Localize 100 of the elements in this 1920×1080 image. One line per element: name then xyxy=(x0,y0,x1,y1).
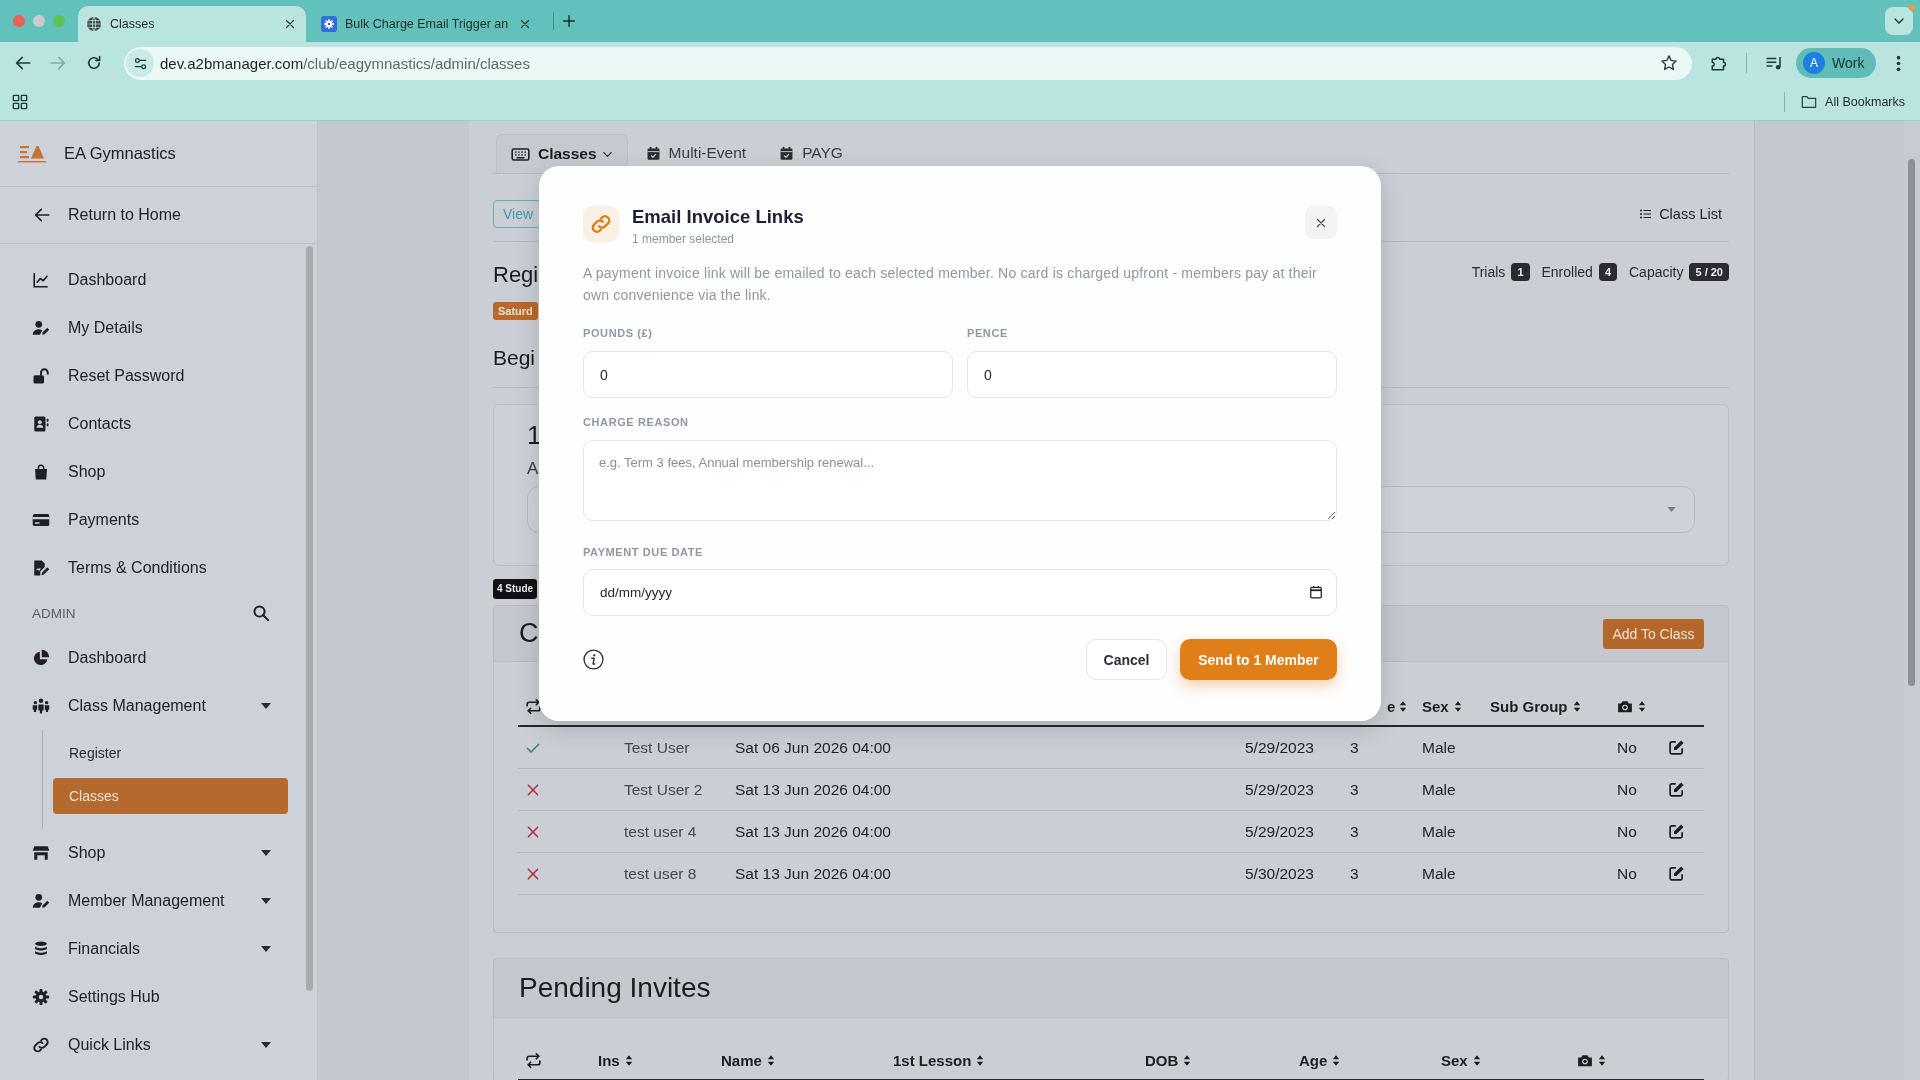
browser-tab[interactable]: Bulk Charge Email Trigger an xyxy=(313,6,541,42)
sort-icon[interactable] xyxy=(1453,700,1462,713)
table-cell: Male xyxy=(1422,780,1456,799)
nav-item[interactable]: Settings Hub xyxy=(0,973,306,1021)
table-cell: test user 8 xyxy=(624,864,697,883)
sync-icon[interactable] xyxy=(525,1052,542,1069)
date-field[interactable]: dd/mm/yyyy xyxy=(583,569,1337,616)
search-icon[interactable] xyxy=(252,604,270,622)
plus-icon xyxy=(562,14,576,28)
table-cell: 3 xyxy=(1350,864,1359,883)
close-icon[interactable] xyxy=(284,18,296,30)
page-title: Regi xyxy=(493,261,539,289)
pie-chart-icon xyxy=(32,649,50,667)
charge-reason-field[interactable]: e.g. Term 3 fees, Annual membership renewal... xyxy=(583,440,1337,521)
table-cell: Male xyxy=(1422,822,1456,841)
puzzle-icon[interactable] xyxy=(1710,54,1728,72)
scrollbar[interactable] xyxy=(1908,159,1915,686)
stat-label: Trials xyxy=(1471,264,1506,280)
nav-item[interactable]: Member Management xyxy=(0,877,306,925)
site-info-button[interactable] xyxy=(126,49,154,77)
sort-icon[interactable] xyxy=(1183,1054,1192,1067)
edit-icon[interactable] xyxy=(1668,865,1685,882)
nav-item[interactable]: My Details xyxy=(0,304,306,352)
view-tab[interactable]: PAYG xyxy=(764,134,858,165)
column-header: Sex xyxy=(1422,698,1449,715)
column-header: Name xyxy=(721,1052,762,1069)
caret-down-icon xyxy=(1667,507,1676,512)
scrollbar[interactable] xyxy=(306,246,313,991)
people-icon xyxy=(32,697,50,715)
sort-icon[interactable] xyxy=(1399,700,1408,713)
edit-icon[interactable] xyxy=(1668,739,1685,756)
list-icon xyxy=(1639,208,1653,220)
nav-subitem[interactable]: Register xyxy=(53,735,288,771)
nav-item[interactable]: Shop xyxy=(0,829,306,877)
table-cell: Sat 13 Jun 2026 04:00 xyxy=(735,864,891,883)
link-icon xyxy=(583,206,619,242)
profile-button[interactable]: A Work xyxy=(1796,48,1877,78)
dialog-subtitle: 1 member selected xyxy=(632,231,735,247)
amount-field[interactable]: 0 xyxy=(967,351,1337,398)
nav-item[interactable]: Dashboard xyxy=(0,256,306,304)
info-icon[interactable] xyxy=(583,649,604,670)
sort-icon[interactable] xyxy=(1638,700,1646,713)
table-cell: No xyxy=(1617,780,1637,799)
back-icon[interactable] xyxy=(14,54,32,72)
sort-icon[interactable] xyxy=(1598,1054,1606,1067)
sort-icon[interactable] xyxy=(1472,1054,1481,1067)
nav-item[interactable]: Payments xyxy=(0,496,306,544)
stat-label: Capacity xyxy=(1629,264,1684,280)
edit-icon[interactable] xyxy=(1668,823,1685,840)
edit-icon[interactable] xyxy=(1668,781,1685,798)
field-label: PAYMENT DUE DATE xyxy=(583,545,704,559)
address-bar[interactable]: dev.a2bmanager.com/club/eagymnastics/admin/classes xyxy=(124,46,1692,80)
nav-item[interactable]: Terms & Conditions xyxy=(0,544,306,592)
stat-label: Enrolled xyxy=(1541,264,1593,280)
sort-icon[interactable] xyxy=(1332,1054,1341,1067)
sort-icon[interactable] xyxy=(624,1054,633,1067)
class-list-button[interactable]: Class List xyxy=(1639,206,1722,222)
bookmarks-button[interactable]: All Bookmarks xyxy=(1800,94,1905,110)
nav-item[interactable]: Contacts xyxy=(0,400,306,448)
field-label: CHARGE REASON xyxy=(583,415,689,429)
star-icon[interactable] xyxy=(1660,54,1678,72)
view-tab[interactable]: Multi-Event xyxy=(630,134,762,165)
return-link[interactable]: Return to Home xyxy=(0,187,317,244)
table-cell: No xyxy=(1617,864,1637,883)
count-badge: 1 xyxy=(1511,263,1530,281)
nav-item[interactable]: Quick Links xyxy=(0,1021,306,1069)
column-header: 1st Lesson xyxy=(893,1052,972,1069)
sort-icon[interactable] xyxy=(976,1054,985,1067)
reload-icon[interactable] xyxy=(85,54,103,72)
nav-item[interactable]: Reset Password xyxy=(0,352,306,400)
nav-item[interactable]: Shop xyxy=(0,448,306,496)
column-header: Sub Group xyxy=(1490,698,1568,715)
dialog-title: Email Invoice Links xyxy=(632,206,804,228)
table-cell: Sat 13 Jun 2026 04:00 xyxy=(735,822,891,841)
sync-icon[interactable] xyxy=(525,698,542,715)
playlist-icon[interactable] xyxy=(1765,54,1783,72)
nav-item[interactable]: Class Management xyxy=(0,682,306,730)
cancel-button[interactable]: Cancel xyxy=(1086,639,1167,680)
card-title: Pending Invites xyxy=(519,972,711,1004)
close-icon[interactable] xyxy=(519,18,531,30)
camera-icon xyxy=(1577,1053,1593,1068)
nav-item[interactable]: Dashboard xyxy=(0,634,306,682)
amount-field[interactable]: 0 xyxy=(583,351,953,398)
table-cell: 5/29/2023 xyxy=(1245,780,1314,799)
nav-item[interactable]: Financials xyxy=(0,925,306,973)
link-icon xyxy=(32,1036,50,1054)
menu-icon[interactable] xyxy=(1896,54,1902,72)
settings-icon xyxy=(32,988,50,1006)
lesson-number: 1 xyxy=(527,420,542,450)
sort-icon[interactable] xyxy=(1572,700,1581,713)
sort-icon[interactable] xyxy=(766,1054,775,1067)
notification-dot-icon xyxy=(1909,5,1915,11)
browser-tab[interactable]: Classes xyxy=(78,6,306,42)
table-cell: Male xyxy=(1422,738,1456,757)
calendar-icon[interactable] xyxy=(1309,585,1323,599)
caret-down-icon xyxy=(261,898,271,904)
table-cell: 5/30/2023 xyxy=(1245,864,1314,883)
unlock-icon xyxy=(32,367,50,385)
apps-icon[interactable] xyxy=(12,94,28,110)
table-cell: Test User xyxy=(624,738,690,757)
